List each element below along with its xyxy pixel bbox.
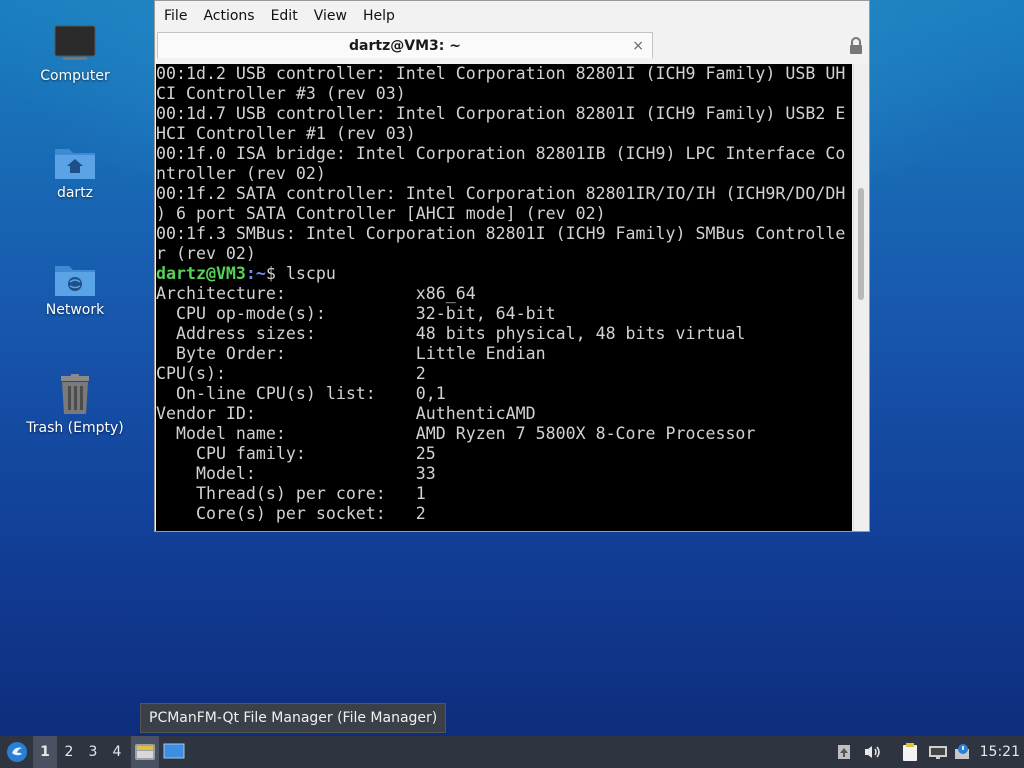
clock[interactable]: 15:21 (980, 736, 1020, 768)
clipboard-icon (903, 743, 917, 761)
terminal-line: Core(s) per socket: 2 (156, 504, 426, 523)
tray-clipboard[interactable] (898, 736, 922, 768)
desktop-icon-network[interactable]: Network (20, 258, 130, 318)
prompt-command: $ lscpu (265, 264, 336, 283)
terminal-line: ) 6 port SATA Controller [AHCI mode] (re… (156, 204, 606, 223)
lock-icon[interactable] (849, 37, 863, 55)
terminal-output[interactable]: 00:1d.2 USB controller: Intel Corporatio… (156, 64, 852, 531)
lxqt-logo-icon (7, 742, 27, 762)
tab-title: dartz@VM3: ~ (349, 38, 461, 54)
terminal-line: r (rev 02) (156, 244, 256, 263)
terminal-line: 00:1f.0 ISA bridge: Intel Corporation 82… (156, 144, 846, 163)
desktop-icon (163, 743, 185, 759)
desktop-icon-dartz[interactable]: dartz (20, 141, 130, 201)
start-menu-button[interactable] (4, 736, 30, 768)
network-icon (929, 746, 947, 759)
file-manager-launcher[interactable] (131, 736, 159, 768)
workspace-3[interactable]: 3 (81, 736, 105, 768)
desktop-icon-computer[interactable]: Computer (20, 24, 130, 84)
tray-network[interactable] (926, 736, 950, 768)
menu-view[interactable]: View (306, 8, 355, 24)
tray-volume[interactable] (860, 736, 884, 768)
terminal-line: CPU family: 25 (156, 444, 436, 463)
terminal-line: 00:1f.2 SATA controller: Intel Corporati… (156, 184, 846, 203)
terminal-window: File Actions Edit View Help dartz@VM3: ~… (154, 0, 870, 532)
tray-updates[interactable] (834, 736, 854, 768)
desktop-icon-trash[interactable]: Trash (Empty) (20, 374, 130, 436)
file-manager-icon (135, 744, 155, 760)
desktop-icon-label: dartz (56, 185, 94, 201)
prompt-path: :~ (245, 264, 266, 283)
tooltip: PCManFM-Qt File Manager (File Manager) (140, 703, 447, 733)
workspace-2[interactable]: 2 (57, 736, 81, 768)
workspace-4[interactable]: 4 (105, 736, 129, 768)
tab-close-icon[interactable]: × (632, 33, 644, 59)
notification-icon (955, 744, 969, 759)
terminal-line: On-line CPU(s) list: 0,1 (156, 384, 446, 403)
terminal-line: CPU(s): 2 (156, 364, 426, 383)
terminal-line: ntroller (rev 02) (156, 164, 326, 183)
terminal-scrollbar[interactable] (853, 64, 869, 531)
terminal-line: CI Controller #3 (rev 03) (156, 84, 406, 103)
network-folder-icon (55, 266, 95, 296)
desktop-icon-label: Network (45, 302, 105, 318)
terminal-line: Vendor ID: AuthenticAMD (156, 404, 536, 423)
terminal-line: Model: 33 (156, 464, 436, 483)
upload-icon (838, 745, 850, 759)
tray-notifications[interactable] (952, 736, 974, 768)
prompt-user: dartz@VM3 (156, 264, 246, 283)
terminal-line: Architecture: x86_64 (156, 284, 476, 303)
volume-icon (865, 746, 880, 758)
trash-icon (61, 374, 89, 414)
desktop-icon-label: Trash (Empty) (26, 420, 124, 436)
terminal-line: 00:1d.2 USB controller: Intel Corporatio… (156, 64, 846, 83)
computer-icon (54, 25, 96, 60)
taskbar: 1 2 3 4 15:21 (0, 736, 1024, 768)
terminal-tab[interactable]: dartz@VM3: ~ × (157, 32, 653, 58)
menu-file[interactable]: File (155, 8, 195, 24)
menu-help[interactable]: Help (355, 8, 403, 24)
desktop-icon-label: Computer (40, 68, 110, 84)
terminal-line: HCI Controller #1 (rev 03) (156, 124, 416, 143)
workspace-1[interactable]: 1 (33, 736, 57, 768)
menu-actions[interactable]: Actions (195, 8, 262, 24)
terminal-line: Model name: AMD Ryzen 7 5800X 8-Core Pro… (156, 424, 756, 443)
terminal-line: 00:1d.7 USB controller: Intel Corporatio… (156, 104, 846, 123)
show-desktop-button[interactable] (161, 736, 187, 768)
terminal-line: Byte Order: Little Endian (156, 344, 546, 363)
menu-edit[interactable]: Edit (263, 8, 306, 24)
terminal-line: Address sizes: 48 bits physical, 48 bits… (156, 324, 746, 343)
prompt-line: dartz@VM3:~$ lscpu (156, 264, 852, 284)
terminal-line: Thread(s) per core: 1 (156, 484, 426, 503)
terminal-line: CPU op-mode(s): 32-bit, 64-bit (156, 304, 556, 323)
terminal-line: 00:1f.3 SMBus: Intel Corporation 82801I … (156, 224, 846, 243)
scrollbar-thumb[interactable] (858, 188, 864, 300)
menu-bar: File Actions Edit View Help (155, 1, 869, 31)
home-folder-icon (55, 149, 95, 179)
